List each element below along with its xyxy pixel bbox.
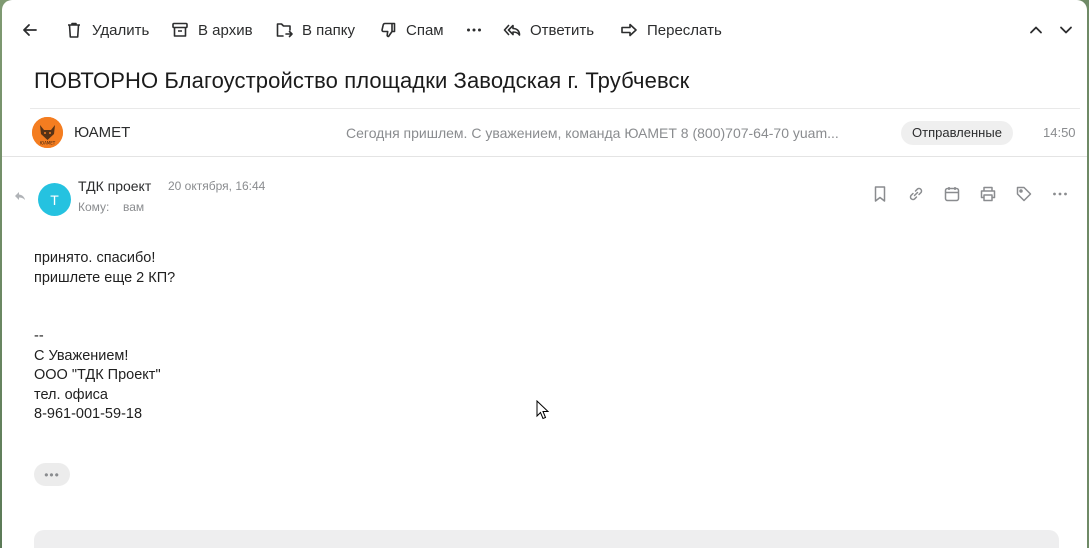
delete-label: Удалить (92, 21, 150, 39)
link-icon[interactable] (906, 184, 926, 204)
previous-message-button[interactable] (1026, 18, 1046, 42)
delete-button[interactable]: Удалить (64, 18, 149, 42)
more-dots-icon (464, 20, 484, 40)
folder-badge[interactable]: Отправленные (901, 121, 1013, 145)
mail-reader-panel: Удалить В архив В папку Спам Ответить Пе… (2, 0, 1087, 548)
forward-label: Переслать (647, 21, 722, 39)
recipient-value[interactable]: вам (123, 200, 144, 214)
back-button[interactable] (20, 18, 40, 42)
body-line: принято. спасибо! (34, 250, 156, 266)
forward-button[interactable]: Переслать (619, 18, 722, 42)
arrow-left-icon (20, 20, 40, 40)
thread-sender: ЮАМЕТ (74, 124, 131, 141)
message-date: 20 октября, 16:44 (168, 179, 266, 193)
move-to-folder-button[interactable]: В папку (274, 18, 355, 42)
reply-all-button[interactable]: Ответить (502, 18, 594, 42)
toolbar: Удалить В архив В папку Спам Ответить Пе… (2, 0, 1087, 60)
body-line: -- (34, 328, 44, 344)
message-subject: ПОВТОРНО Благоустройство площадки Заводс… (34, 68, 690, 93)
body-line: тел. офиса (34, 386, 108, 403)
thread-snippet: Сегодня пришлем. С уважением, команда ЮА… (346, 125, 839, 141)
spam-label: Спам (406, 21, 444, 39)
message-body: принято. спасибо! пришлете еще 2 КП? -- … (34, 249, 175, 425)
body-line: ООО "ТДК Проект" (34, 367, 161, 383)
thread-message-row[interactable]: ЮАМЕТ ЮАМЕТ Сегодня пришлем. С уважением… (30, 108, 1080, 157)
thumb-down-icon (378, 20, 398, 40)
trash-icon (64, 20, 84, 40)
recipient-label: Кому: (78, 200, 110, 214)
chevron-up-icon (1026, 20, 1046, 40)
forward-icon (619, 20, 639, 40)
chevron-down-icon (1056, 20, 1076, 40)
more-actions-button[interactable] (464, 18, 484, 42)
body-line (34, 308, 175, 328)
message-actions (870, 184, 1070, 204)
body-line: С Уважением! (34, 347, 129, 364)
reply-all-icon (502, 20, 522, 40)
bookmark-icon[interactable] (870, 184, 890, 204)
spam-button[interactable]: Спам (378, 18, 444, 42)
body-line (34, 288, 175, 308)
more-dots-icon[interactable] (1050, 184, 1070, 204)
archive-label: В архив (198, 21, 253, 39)
tag-icon[interactable] (1014, 184, 1034, 204)
folder-move-icon (274, 20, 294, 40)
sender-avatar[interactable]: Т (38, 183, 71, 216)
folder-label: В папку (302, 21, 355, 39)
body-line: 8-961-001-59-18 (34, 406, 143, 422)
print-icon[interactable] (978, 184, 998, 204)
archive-icon (170, 20, 190, 40)
body-line: пришлете еще 2 КП? (34, 269, 176, 286)
mouse-cursor-icon (536, 399, 550, 425)
divider (2, 156, 1087, 157)
logo-text: ЮАМЕТ (40, 141, 56, 146)
yuamet-logo-avatar: ЮАМЕТ (32, 117, 63, 148)
thread-time: 14:50 (1043, 125, 1076, 140)
message-sender[interactable]: ТДК проект (78, 178, 151, 194)
reply-label: Ответить (530, 21, 595, 39)
next-message-button[interactable] (1056, 18, 1076, 42)
calendar-icon[interactable] (942, 184, 962, 204)
show-quoted-button[interactable]: ••• (34, 463, 70, 486)
quick-reply-box[interactable] (34, 530, 1059, 548)
replied-icon (14, 190, 26, 205)
archive-button[interactable]: В архив (170, 18, 253, 42)
